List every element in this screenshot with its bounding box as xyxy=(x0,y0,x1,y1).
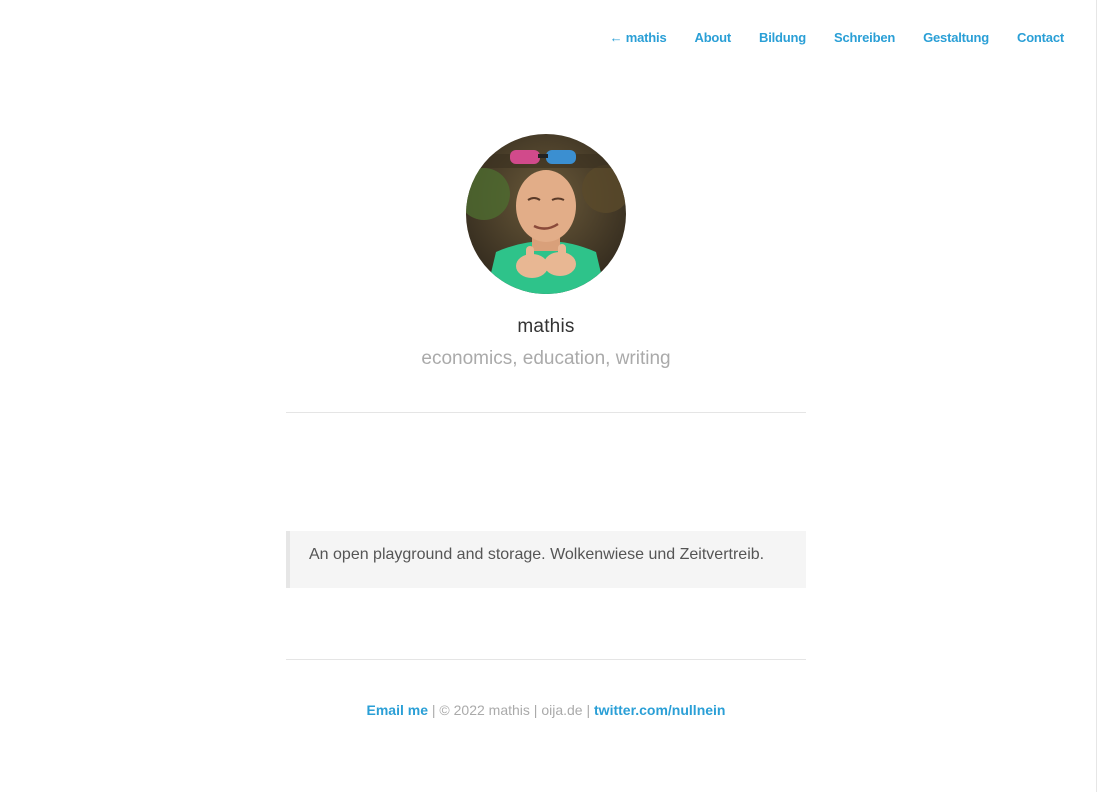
profile-tagline: economics, education, writing xyxy=(421,348,671,369)
intro-quote: An open playground and storage. Wolkenwi… xyxy=(286,531,806,588)
footer-separator: | xyxy=(428,702,440,718)
nav-home-link[interactable]: ← mathis xyxy=(610,30,667,45)
footer-separator: | xyxy=(582,702,595,718)
footer-separator: | xyxy=(529,702,542,718)
avatar-photo xyxy=(466,134,626,294)
top-nav: ← mathis About Bildung Schreiben Gestalt… xyxy=(610,30,1065,45)
nav-schreiben-link[interactable]: Schreiben xyxy=(834,30,895,45)
email-link[interactable]: Email me xyxy=(367,702,428,718)
divider-top xyxy=(286,412,806,413)
twitter-link[interactable]: twitter.com/nullnein xyxy=(594,702,725,718)
intro-text: An open playground and storage. Wolkenwi… xyxy=(309,546,765,563)
domain-text: oija.de xyxy=(541,702,583,718)
nav-gestaltung-link[interactable]: Gestaltung xyxy=(923,30,989,45)
profile-name: mathis xyxy=(517,316,575,337)
footer: Email me | © 2022 mathis | oija.de | twi… xyxy=(0,702,1092,718)
avatar xyxy=(466,134,626,294)
nav-contact-link[interactable]: Contact xyxy=(1017,30,1064,45)
nav-about-link[interactable]: About xyxy=(695,30,732,45)
copyright-text: © 2022 mathis xyxy=(439,702,530,718)
divider-bottom xyxy=(286,659,806,660)
nav-bildung-link[interactable]: Bildung xyxy=(759,30,806,45)
